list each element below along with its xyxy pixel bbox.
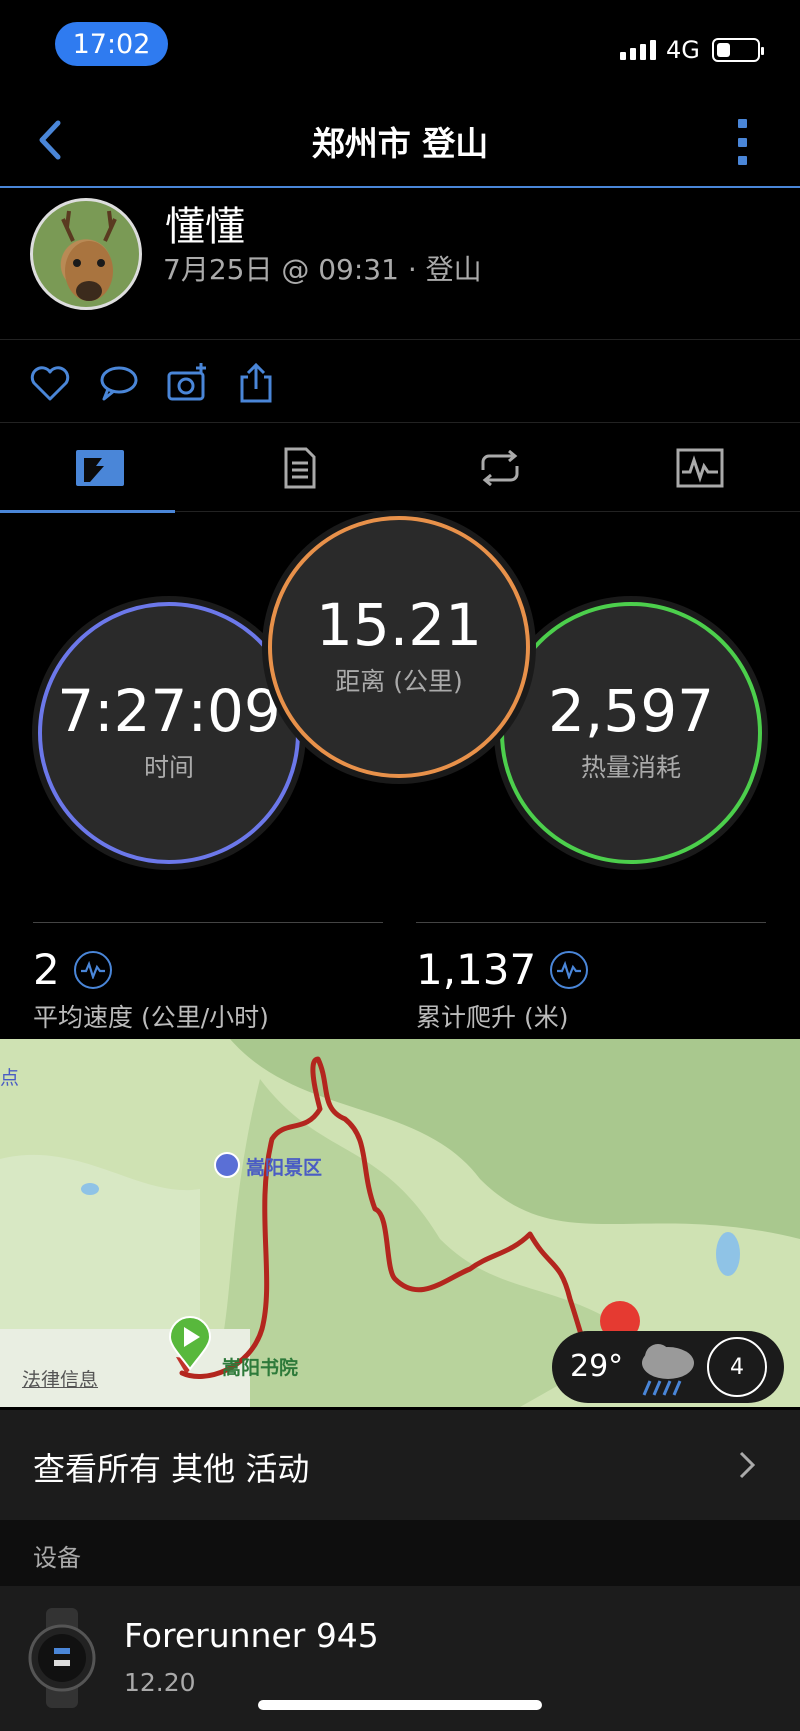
scenic-poi-icon: [214, 1152, 240, 1178]
map-label-academy: 嵩阳书院: [222, 1357, 299, 1379]
nav-header: 郑州市 登山: [0, 95, 800, 188]
user-name[interactable]: 懂懂: [165, 194, 245, 252]
uv-index: 4: [707, 1337, 767, 1397]
add-photo-icon[interactable]: [165, 361, 209, 405]
duration-value: 7:27:09: [57, 677, 281, 745]
ascent-value: 1,137: [416, 945, 537, 994]
ascent-stat[interactable]: 1,137 累计爬升 (米): [416, 922, 766, 1034]
activity-tabs: [0, 424, 800, 513]
distance-label: 距离 (公里): [335, 667, 463, 696]
tab-stats[interactable]: [200, 424, 400, 512]
more-options-icon[interactable]: [732, 119, 752, 165]
tab-laps[interactable]: [400, 424, 600, 512]
route-map[interactable]: 嵩阳景区 点 嵩阳书院 法律信息 29° 4: [0, 1039, 800, 1407]
start-marker-icon: [168, 1316, 212, 1371]
devices-section-header: 设备: [0, 1520, 800, 1586]
charts-icon: [676, 448, 724, 488]
stats-list-icon: [284, 447, 316, 489]
distance-ring: 15.21 距离 (公里): [268, 516, 530, 778]
watch-icon: [28, 1608, 96, 1708]
weather-temp: 29°: [570, 1349, 624, 1384]
status-bar: 17:02 4G: [0, 0, 800, 90]
status-time: 17:02: [55, 22, 168, 66]
tab-charts[interactable]: [600, 424, 800, 512]
duration-ring: 7:27:09 时间: [38, 602, 300, 864]
battery-icon: [712, 38, 764, 62]
legal-info-link[interactable]: 法律信息: [22, 1365, 98, 1392]
devices-section-title: 设备: [33, 1544, 81, 1572]
comment-icon[interactable]: [96, 361, 140, 405]
calories-value: 2,597: [547, 677, 715, 745]
activity-owner: 懂懂 7月25日 @ 09:31 · 登山: [0, 190, 800, 340]
page-title: 郑州市 登山: [311, 124, 489, 163]
share-icon[interactable]: [234, 361, 278, 405]
avatar[interactable]: [30, 198, 142, 310]
avg-speed-label: 平均速度 (公里/小时): [33, 1003, 269, 1032]
rain-cloud-icon: [642, 1344, 694, 1396]
avg-speed-stat[interactable]: 2 平均速度 (公里/小时): [33, 922, 383, 1034]
weather-badge: 29° 4: [552, 1331, 784, 1403]
map-label-edge: 点: [0, 1067, 20, 1089]
overview-icon: [76, 450, 124, 486]
calories-ring: 2,597 热量消耗: [500, 602, 762, 864]
calories-label: 热量消耗: [580, 753, 681, 782]
home-indicator[interactable]: [258, 1700, 542, 1710]
tab-overview[interactable]: [0, 424, 200, 513]
pulse-icon: [73, 950, 112, 989]
laps-icon: [481, 450, 519, 486]
social-actions: [0, 341, 800, 423]
other-activities-label: 查看所有 其他 活动: [33, 1450, 310, 1488]
pulse-icon: [550, 950, 589, 989]
device-name: Forerunner 945: [124, 1616, 379, 1655]
device-version: 12.20: [124, 1668, 196, 1697]
network-type: 4G: [666, 36, 700, 64]
chevron-right-icon: [739, 1451, 756, 1479]
avg-speed-value: 2: [33, 945, 60, 994]
signal-icon: [620, 40, 656, 60]
map-label-scenic: 嵩阳景区: [246, 1157, 323, 1179]
activity-meta: 7月25日 @ 09:31 · 登山: [163, 253, 482, 286]
duration-label: 时间: [143, 753, 194, 782]
distance-value: 15.21: [315, 591, 483, 659]
like-icon[interactable]: [28, 361, 72, 405]
other-activities-row[interactable]: 查看所有 其他 活动: [0, 1410, 800, 1520]
ascent-label: 累计爬升 (米): [416, 1003, 569, 1032]
